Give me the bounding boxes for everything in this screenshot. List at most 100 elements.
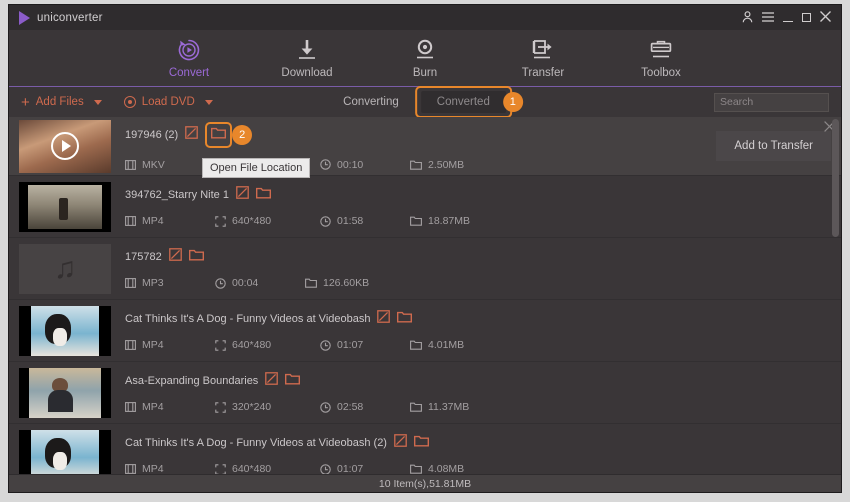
size-value: 11.37MB xyxy=(428,401,470,413)
chevron-down-icon[interactable] xyxy=(204,99,213,105)
add-files-button[interactable]: + Add Files xyxy=(21,95,102,110)
table-row[interactable]: Asa-Expanding Boundaries MP4 320*240 02:… xyxy=(9,362,841,424)
plus-icon: + xyxy=(21,93,30,111)
disc-icon xyxy=(123,96,136,108)
table-row[interactable]: Cat Thinks It's A Dog - Funny Videos at … xyxy=(9,300,841,362)
edit-icon[interactable] xyxy=(185,125,199,144)
tab-converted[interactable]: Converted xyxy=(420,91,506,113)
table-row[interactable]: 394762_Starry Nite 1 MP4 640*480 01:58 1… xyxy=(9,176,841,238)
play-button[interactable] xyxy=(51,132,79,160)
thumbnail-image xyxy=(19,305,111,356)
chevron-down-icon[interactable] xyxy=(93,99,102,105)
folder-icon[interactable] xyxy=(255,186,271,204)
status-text: 10 Item(s),51.81MB xyxy=(378,477,472,490)
row-info: 394762_Starry Nite 1 MP4 640*480 01:58 1… xyxy=(125,186,831,227)
file-list: 197946 (2) 2 MKV 00:10 2.50MB Add to Tra… xyxy=(9,117,841,474)
meta-duration: 01:58 xyxy=(320,215,410,227)
duration-value: 00:04 xyxy=(232,277,259,289)
open-file-location-tooltip: Open File Location xyxy=(202,158,311,178)
maximize-icon[interactable] xyxy=(802,13,811,22)
thumbnail[interactable] xyxy=(19,119,111,173)
film-icon xyxy=(125,159,136,170)
thumbnail[interactable] xyxy=(19,305,111,356)
table-row[interactable]: ♫ 175782 MP3 00:04 126.60KB xyxy=(9,238,841,300)
meta-size: 18.87MB xyxy=(410,215,500,227)
duration-value: 00:10 xyxy=(337,158,364,171)
meta-size: 126.60KB xyxy=(305,277,410,289)
application-window: uniconverter Convert Download Burn Trans… xyxy=(8,4,842,493)
search-input[interactable]: Search xyxy=(714,92,829,112)
meta-format: MP4 xyxy=(125,463,215,474)
file-name: 394762_Starry Nite 1 xyxy=(125,189,229,201)
folder-icon[interactable] xyxy=(211,126,227,143)
transfer-icon xyxy=(529,37,557,63)
thumbnail-image xyxy=(19,181,111,232)
resolution-value: 640*480 xyxy=(232,339,272,351)
meta-resolution: 640*480 xyxy=(215,339,320,351)
folder-icon[interactable] xyxy=(397,310,413,328)
load-dvd-button[interactable]: Load DVD xyxy=(123,96,213,108)
folder-small-icon xyxy=(410,160,422,170)
nav-label: Burn xyxy=(412,67,438,79)
tab-converting[interactable]: Converting xyxy=(327,91,415,113)
meta-resolution: 320*240 xyxy=(215,401,320,413)
meta-duration: 00:10 xyxy=(320,159,410,171)
nav-tab-toolbox[interactable]: Toolbox xyxy=(622,37,700,79)
edit-icon[interactable] xyxy=(236,186,249,204)
file-name: Asa-Expanding Boundaries xyxy=(125,375,259,387)
minimize-icon[interactable] xyxy=(783,14,793,22)
nav-label: Toolbox xyxy=(641,67,681,79)
row-meta-line: MP4 320*240 02:58 11.37MB xyxy=(125,401,831,413)
edit-icon[interactable] xyxy=(394,434,407,452)
duration-value: 01:58 xyxy=(337,215,364,227)
status-tabs: Converting Converted 1 xyxy=(327,86,523,118)
menu-icon[interactable] xyxy=(762,11,774,24)
toolbox-icon xyxy=(648,37,674,63)
clock-icon xyxy=(215,277,226,289)
add-to-transfer-button[interactable]: Add to Transfer xyxy=(716,131,831,161)
resolution-icon xyxy=(215,215,226,227)
row-title-line: Cat Thinks It's A Dog - Funny Videos at … xyxy=(125,434,831,452)
folder-icon[interactable] xyxy=(188,248,204,266)
list-scrollbar[interactable] xyxy=(832,117,839,474)
row-meta-line: MP3 00:04 126.60KB xyxy=(125,277,831,289)
nav-tab-download[interactable]: Download xyxy=(268,37,346,79)
duration-value: 01:07 xyxy=(337,463,364,474)
thumbnail[interactable] xyxy=(19,181,111,232)
thumbnail[interactable] xyxy=(19,367,111,418)
file-name: Cat Thinks It's A Dog - Funny Videos at … xyxy=(125,313,371,325)
resolution-value: 640*480 xyxy=(232,215,272,227)
film-icon xyxy=(125,464,136,474)
converted-tab-highlight: Converted xyxy=(414,86,512,118)
row-meta-line: MP4 640*480 01:07 xyxy=(125,463,831,474)
nav-tab-burn[interactable]: Burn xyxy=(386,37,464,79)
close-icon[interactable] xyxy=(820,11,831,24)
row-meta-line: MP4 640*480 01:07 xyxy=(125,339,831,351)
nav-tab-transfer[interactable]: Transfer xyxy=(504,37,582,79)
film-icon xyxy=(125,216,136,226)
table-row[interactable]: 197946 (2) 2 MKV 00:10 2.50MB Add to Tra… xyxy=(9,117,841,178)
account-icon[interactable] xyxy=(742,10,753,25)
format-value: MP3 xyxy=(142,277,164,289)
folder-icon[interactable] xyxy=(413,434,429,452)
meta-format: MP4 xyxy=(125,401,215,413)
burn-icon xyxy=(412,37,438,63)
nav-label: Download xyxy=(281,67,333,79)
row-info: Cat Thinks It's A Dog - Funny Videos at … xyxy=(125,434,831,474)
meta-duration: 01:07 xyxy=(320,339,410,351)
film-icon xyxy=(125,402,136,412)
format-value: MP4 xyxy=(142,401,164,413)
folder-small-icon xyxy=(410,340,422,350)
folder-icon[interactable] xyxy=(285,372,301,390)
table-row[interactable]: Cat Thinks It's A Dog - Funny Videos at … xyxy=(9,424,841,474)
scrollbar-thumb[interactable] xyxy=(832,119,839,237)
resolution-icon xyxy=(215,339,226,351)
edit-icon[interactable] xyxy=(377,310,391,328)
thumbnail[interactable]: ♫ xyxy=(19,243,111,294)
thumbnail[interactable] xyxy=(19,429,111,474)
edit-icon[interactable] xyxy=(168,248,182,266)
clock-icon xyxy=(320,215,331,227)
nav-label: Convert xyxy=(168,67,210,79)
nav-tab-convert[interactable]: Convert xyxy=(150,37,228,79)
edit-icon[interactable] xyxy=(265,372,279,390)
